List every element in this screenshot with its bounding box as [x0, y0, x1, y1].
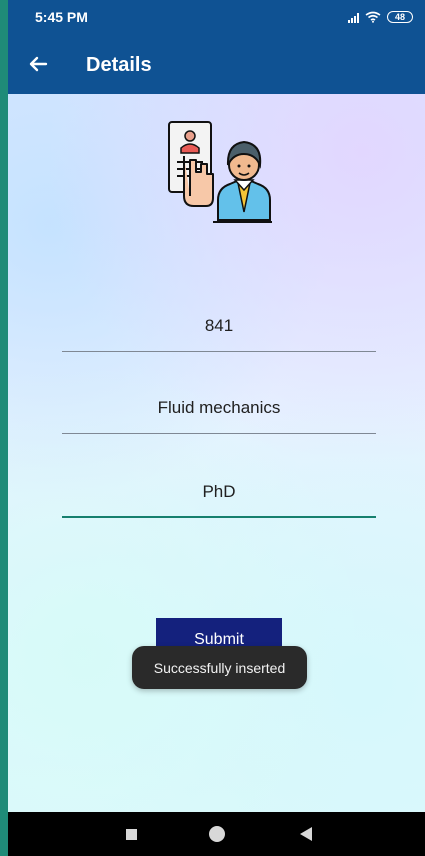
subject-field-value: Fluid mechanics	[157, 398, 281, 417]
screen-edge	[0, 0, 8, 856]
status-icons: 48	[348, 8, 413, 26]
status-bar: 5:45 PM 48	[8, 0, 425, 34]
recent-apps-icon[interactable]	[126, 829, 137, 840]
teacher-document-illustration	[168, 121, 272, 223]
phone-screen: 5:45 PM 48 Details 841 Fluid mechanics P…	[8, 0, 425, 856]
field-1-underline	[62, 351, 376, 352]
field-1-value: 841	[204, 316, 234, 335]
qualification-field-underline	[62, 516, 376, 518]
status-time: 5:45 PM	[35, 9, 88, 25]
toast-message: Successfully inserted	[132, 646, 307, 689]
qualification-field-value: PhD	[202, 482, 236, 501]
wifi-icon	[365, 11, 381, 23]
arrow-left-icon[interactable]	[24, 50, 52, 78]
qualification-field[interactable]: PhD	[62, 482, 376, 518]
battery-icon: 48	[387, 11, 413, 23]
signal-icon	[348, 11, 359, 23]
subject-field[interactable]: Fluid mechanics	[62, 398, 376, 434]
field-1[interactable]: 841	[62, 316, 376, 352]
app-bar: Details	[8, 34, 425, 94]
home-icon[interactable]	[209, 826, 225, 842]
page-title: Details	[86, 54, 152, 76]
back-icon[interactable]	[300, 827, 312, 841]
details-content: 841 Fluid mechanics PhD Submit Successfu…	[8, 94, 425, 812]
subject-field-underline	[62, 433, 376, 434]
navigation-bar	[8, 812, 425, 856]
